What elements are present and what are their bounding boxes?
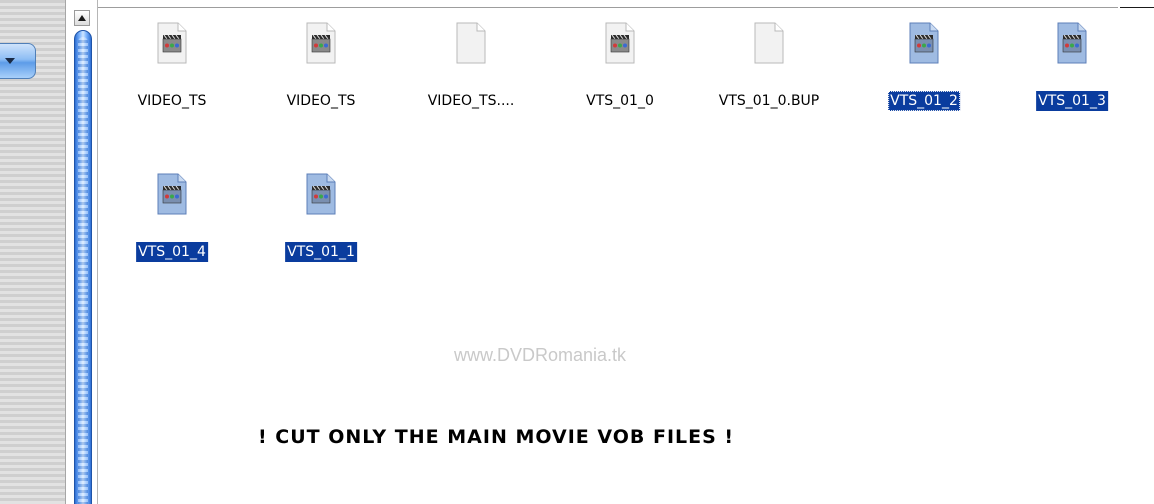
blank-file-icon bbox=[456, 22, 486, 64]
file-label: VTS_01_2 bbox=[888, 91, 960, 111]
video-file-icon bbox=[306, 173, 336, 215]
file-item[interactable]: VIDEO_TS bbox=[112, 22, 232, 132]
left-panel bbox=[0, 0, 66, 504]
chevron-down-icon bbox=[5, 58, 15, 64]
file-item[interactable]: VTS_01_1 bbox=[261, 173, 381, 283]
arrow-up-icon bbox=[78, 15, 86, 21]
file-label: VIDEO_TS bbox=[137, 93, 207, 109]
blank-file-icon bbox=[754, 22, 784, 64]
video-file-icon bbox=[909, 22, 939, 64]
video-file-icon bbox=[605, 22, 635, 64]
watermark-text: www.DVDRomania.tk bbox=[454, 345, 627, 365]
file-item[interactable]: VTS_01_2 bbox=[864, 22, 984, 132]
file-label: VTS_01_3 bbox=[1036, 91, 1108, 111]
scroll-up-button[interactable] bbox=[74, 10, 90, 26]
file-item[interactable]: VIDEO_TS.... bbox=[411, 22, 531, 132]
file-item[interactable]: VTS_01_0.BUP bbox=[709, 22, 829, 132]
dropdown-button[interactable] bbox=[0, 43, 36, 79]
divider bbox=[98, 7, 1118, 8]
divider bbox=[1120, 7, 1154, 8]
caption-text: ! CUT ONLY THE MAIN MOVIE VOB FILES ! bbox=[258, 426, 735, 448]
file-item[interactable]: VTS_01_3 bbox=[1012, 22, 1132, 132]
file-item[interactable]: VTS_01_4 bbox=[112, 173, 232, 283]
video-file-icon bbox=[1057, 22, 1087, 64]
file-label: VTS_01_0 bbox=[586, 93, 654, 109]
video-file-icon bbox=[306, 22, 336, 64]
file-label: VIDEO_TS.... bbox=[427, 93, 515, 109]
file-item[interactable]: VIDEO_TS bbox=[261, 22, 381, 132]
file-label: VIDEO_TS bbox=[286, 93, 356, 109]
video-file-icon bbox=[157, 173, 187, 215]
scroll-thumb[interactable] bbox=[74, 30, 92, 504]
vertical-scrollbar[interactable] bbox=[66, 0, 98, 504]
video-file-icon bbox=[157, 22, 187, 64]
file-item[interactable]: VTS_01_0 bbox=[560, 22, 680, 132]
file-label: VTS_01_1 bbox=[285, 242, 357, 262]
file-label: VTS_01_4 bbox=[136, 242, 208, 262]
file-label: VTS_01_0.BUP bbox=[718, 93, 820, 109]
